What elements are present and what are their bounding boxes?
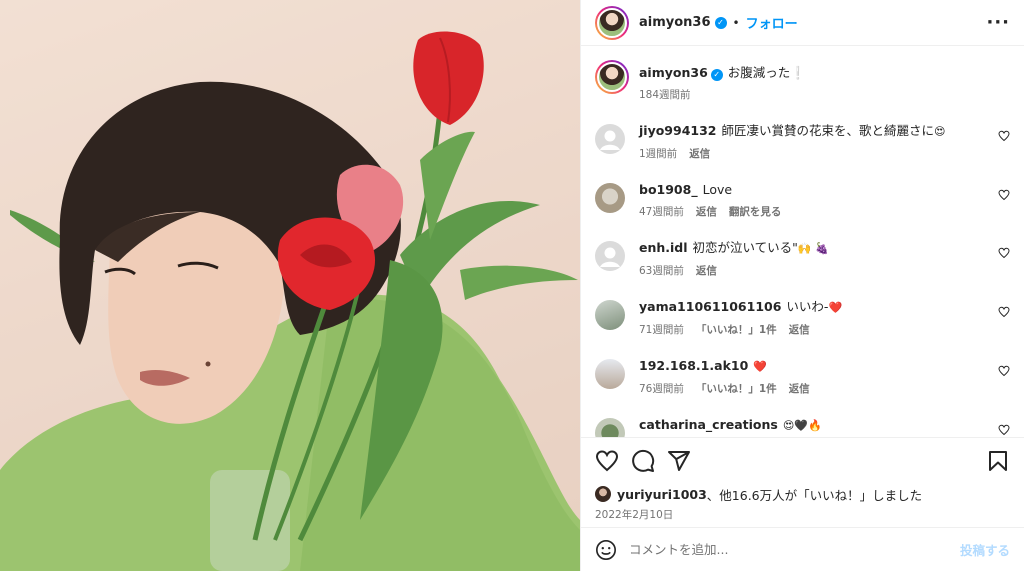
reply-button[interactable]: 返信 — [696, 206, 717, 218]
liker-username[interactable]: yuriyuri1003 — [617, 487, 707, 502]
comment-item: jiyo994132 師匠凄い賞賛の花束を、歌と綺麗さに😍 1週間前 返信 — [595, 122, 1010, 161]
comment-username[interactable]: jiyo994132 — [639, 123, 717, 138]
post-header: aimyon36 ✓ • フォロー ··· — [581, 0, 1024, 46]
comment-item: yama110611061106 いいわ-❤️ 71週間前 「いいね！」1件 返信 — [595, 298, 1010, 337]
comment-time[interactable]: 71週間前 — [639, 324, 684, 336]
post-image — [0, 0, 580, 571]
caption: aimyon36 ✓ お腹減った❕ 184週間前 — [595, 58, 1010, 102]
see-translation-button[interactable]: 翻訳を見る — [729, 206, 782, 218]
verified-badge-icon: ✓ — [714, 16, 727, 29]
comment-text: Love — [702, 182, 733, 197]
emoji-smiley-icon[interactable] — [595, 539, 617, 561]
share-paper-plane-icon[interactable] — [667, 449, 691, 473]
plant-avatar[interactable] — [595, 418, 625, 437]
comment-username[interactable]: 192.168.1.ak10 — [639, 358, 748, 373]
separator-dot: • — [732, 15, 740, 30]
post-date[interactable]: 2022年2月10日 — [581, 505, 1024, 527]
comment-time[interactable]: 76週間前 — [639, 383, 684, 395]
comment-input[interactable] — [629, 542, 960, 557]
verified-badge-icon: ✓ — [710, 69, 723, 81]
photo-avatar[interactable] — [595, 300, 625, 330]
caption-emoji: ❕ — [790, 65, 806, 80]
caption-text: お腹減った — [727, 65, 791, 80]
seal-avatar[interactable] — [595, 183, 625, 213]
like-comment-heart-icon[interactable] — [998, 306, 1010, 318]
comment-likes-count[interactable]: 「いいね！」1件 — [696, 383, 777, 395]
reply-button[interactable]: 返信 — [789, 324, 810, 336]
caption-username[interactable]: aimyon36 — [639, 65, 708, 80]
likes-text[interactable]: 、他16.6万人が「いいね！」しました — [707, 485, 922, 504]
post-actions-bar — [581, 437, 1024, 483]
save-bookmark-icon[interactable] — [986, 449, 1010, 473]
comment-time[interactable]: 1週間前 — [639, 148, 677, 160]
default-avatar-icon[interactable] — [595, 124, 625, 154]
like-comment-heart-icon[interactable] — [998, 247, 1010, 259]
comment-emoji: ❤️ — [753, 360, 767, 373]
comment-text: いいわ- — [786, 299, 829, 314]
comment-likes-count[interactable]: 「いいね！」1件 — [696, 324, 777, 336]
like-comment-heart-icon[interactable] — [998, 365, 1010, 377]
comment-item: enh.idl 初恋が泣いている"🙌 🍇 63週間前 返信 — [595, 239, 1010, 278]
like-comment-heart-icon[interactable] — [998, 189, 1010, 201]
author-avatar[interactable] — [595, 5, 629, 40]
default-avatar-icon[interactable] — [595, 241, 625, 271]
comments-list[interactable]: aimyon36 ✓ お腹減った❕ 184週間前 jiyo994132 師匠凄い賞賛の… — [581, 46, 1024, 437]
comment-username[interactable]: catharina_creations — [639, 417, 778, 432]
post-side-panel: aimyon36 ✓ • フォロー ··· aimyon36 ✓ お腹減った❕ 18… — [580, 0, 1024, 571]
reply-button[interactable]: 返信 — [696, 265, 717, 277]
comment-emoji: 🙌 🍇 — [797, 242, 829, 255]
comment-item: catharina_creations 😍🖤🔥 — [595, 416, 1010, 437]
author-username[interactable]: aimyon36 — [639, 15, 711, 30]
comment-emoji: 😍🖤🔥 — [782, 419, 822, 432]
more-options-icon[interactable]: ··· — [986, 12, 1010, 33]
comment-time[interactable]: 63週間前 — [639, 265, 684, 277]
like-comment-heart-icon[interactable] — [998, 424, 1010, 436]
comment-emoji: 😍 — [934, 125, 946, 138]
comment-item: 192.168.1.ak10 ❤️ 76週間前 「いいね！」1件 返信 — [595, 357, 1010, 396]
follow-button[interactable]: フォロー — [746, 13, 798, 32]
liker-avatar[interactable] — [595, 486, 611, 502]
like-comment-heart-icon[interactable] — [998, 130, 1010, 142]
post-photo[interactable] — [0, 0, 580, 571]
comment-username[interactable]: bo1908_ — [639, 182, 698, 197]
comment-username[interactable]: yama110611061106 — [639, 299, 781, 314]
like-heart-icon[interactable] — [595, 449, 619, 473]
photo-avatar[interactable] — [595, 359, 625, 389]
comment-emoji: ❤️ — [828, 301, 843, 314]
likes-summary: yuriyuri1003 、他16.6万人が「いいね！」しました — [581, 483, 1024, 505]
comment-bubble-icon[interactable] — [631, 449, 655, 473]
comment-item: bo1908_ Love 47週間前 返信 翻訳を見る — [595, 181, 1010, 219]
comment-time[interactable]: 47週間前 — [639, 206, 684, 218]
add-comment-bar: 投稿する — [581, 527, 1024, 571]
reply-button[interactable]: 返信 — [689, 148, 710, 160]
caption-avatar[interactable] — [595, 60, 629, 94]
post-comment-button[interactable]: 投稿する — [960, 540, 1010, 559]
comment-text: 初恋が泣いている" — [692, 240, 798, 255]
reply-button[interactable]: 返信 — [789, 383, 810, 395]
caption-time[interactable]: 184週間前 — [639, 89, 691, 101]
comment-text: 師匠凄い賞賛の花束を、歌と綺麗さに — [721, 123, 935, 138]
comment-username[interactable]: enh.idl — [639, 240, 688, 255]
